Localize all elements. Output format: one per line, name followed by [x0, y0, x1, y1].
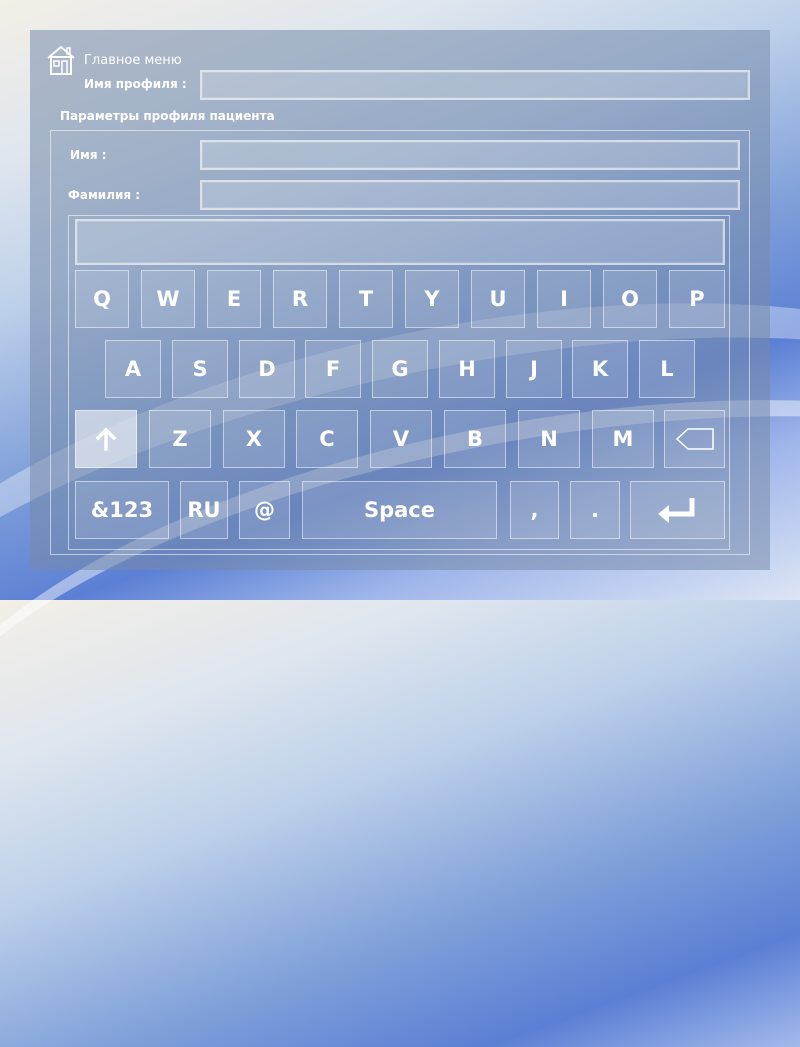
- key-g[interactable]: G: [372, 340, 428, 398]
- key-z[interactable]: Z: [149, 410, 211, 468]
- first-name-input[interactable]: [200, 140, 740, 170]
- space-key[interactable]: Space: [302, 481, 497, 539]
- last-name-input[interactable]: [200, 180, 740, 210]
- key-c[interactable]: C: [296, 410, 358, 468]
- enter-key[interactable]: [630, 481, 725, 539]
- key-a[interactable]: A: [105, 340, 161, 398]
- key-v[interactable]: V: [370, 410, 432, 468]
- keyboard-display[interactable]: [75, 219, 725, 265]
- key-n[interactable]: N: [518, 410, 580, 468]
- key-e[interactable]: E: [207, 270, 261, 328]
- profile-panel: Главное меню Имя профиля : Параметры про…: [30, 30, 770, 570]
- key-b[interactable]: B: [444, 410, 506, 468]
- last-name-label: Фамилия :: [68, 188, 141, 202]
- numbers-key[interactable]: &123: [75, 481, 169, 539]
- key-p[interactable]: P: [669, 270, 725, 328]
- key-u[interactable]: U: [471, 270, 525, 328]
- shift-key[interactable]: [75, 410, 137, 468]
- key-m[interactable]: M: [592, 410, 654, 468]
- key-h[interactable]: H: [439, 340, 495, 398]
- key-q[interactable]: Q: [75, 270, 129, 328]
- key-o[interactable]: O: [603, 270, 657, 328]
- key-t[interactable]: T: [339, 270, 393, 328]
- section-title: Параметры профиля пациента: [60, 109, 275, 123]
- key-s[interactable]: S: [172, 340, 228, 398]
- main-menu-link[interactable]: Главное меню: [84, 53, 182, 68]
- key-y[interactable]: Y: [405, 270, 459, 328]
- period-key[interactable]: .: [570, 481, 620, 539]
- key-w[interactable]: W: [141, 270, 195, 328]
- language-key[interactable]: RU: [180, 481, 228, 539]
- profile-name-input[interactable]: [200, 70, 750, 100]
- backspace-icon: [675, 428, 714, 450]
- key-f[interactable]: F: [305, 340, 361, 398]
- comma-key[interactable]: ,: [510, 481, 559, 539]
- enter-icon: [656, 496, 700, 524]
- home-icon[interactable]: [46, 44, 76, 76]
- key-k[interactable]: K: [572, 340, 628, 398]
- key-i[interactable]: I: [537, 270, 591, 328]
- key-l[interactable]: L: [639, 340, 695, 398]
- profile-name-label: Имя профиля :: [84, 77, 187, 91]
- key-j[interactable]: J: [506, 340, 562, 398]
- key-x[interactable]: X: [223, 410, 285, 468]
- arrow-up-icon: [95, 427, 117, 451]
- key-r[interactable]: R: [273, 270, 327, 328]
- key-d[interactable]: D: [239, 340, 295, 398]
- backspace-key[interactable]: [664, 410, 725, 468]
- at-key[interactable]: @: [239, 481, 290, 539]
- first-name-label: Имя :: [70, 148, 107, 162]
